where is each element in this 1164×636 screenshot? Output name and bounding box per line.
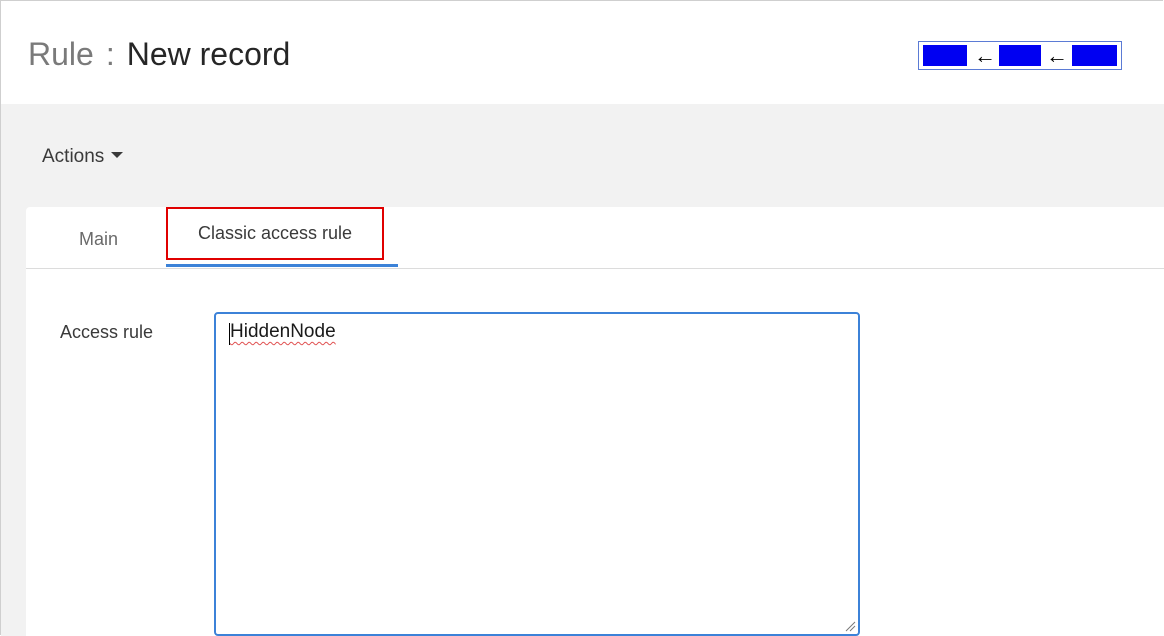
access-rule-label: Access rule [60, 322, 154, 342]
caret-down-icon [111, 151, 124, 158]
nav-block-1[interactable] [923, 45, 967, 66]
left-arrow-icon[interactable]: ← [1041, 42, 1073, 69]
actions-label: Actions [42, 146, 105, 167]
nav-block-3[interactable] [1072, 45, 1117, 66]
tab-bar: Main Classic access rule [26, 207, 1164, 269]
access-rule-value[interactable]: HiddenNode [230, 321, 336, 343]
page-header: Rule: New record ← ← [1, 1, 1164, 104]
model-name: Rule [28, 36, 94, 72]
title-separator: : [105, 36, 115, 72]
nav-block-2[interactable] [999, 45, 1041, 66]
resize-grip-icon[interactable] [844, 620, 856, 632]
record-navigation-widget[interactable]: ← ← [918, 41, 1122, 70]
tab-main[interactable]: Main [79, 229, 118, 250]
left-arrow-icon[interactable]: ← [969, 42, 1001, 69]
access-rule-textarea[interactable]: HiddenNode [214, 312, 860, 636]
app-window: Rule: New record ← ← Actions Main Classic… [0, 0, 1164, 636]
record-name: New record [126, 36, 291, 72]
tab-classic-access-rule[interactable]: Classic access rule [166, 207, 384, 260]
actions-dropdown[interactable]: Actions [42, 146, 124, 168]
page-title: Rule: New record [28, 34, 290, 74]
active-tab-indicator [166, 264, 398, 267]
